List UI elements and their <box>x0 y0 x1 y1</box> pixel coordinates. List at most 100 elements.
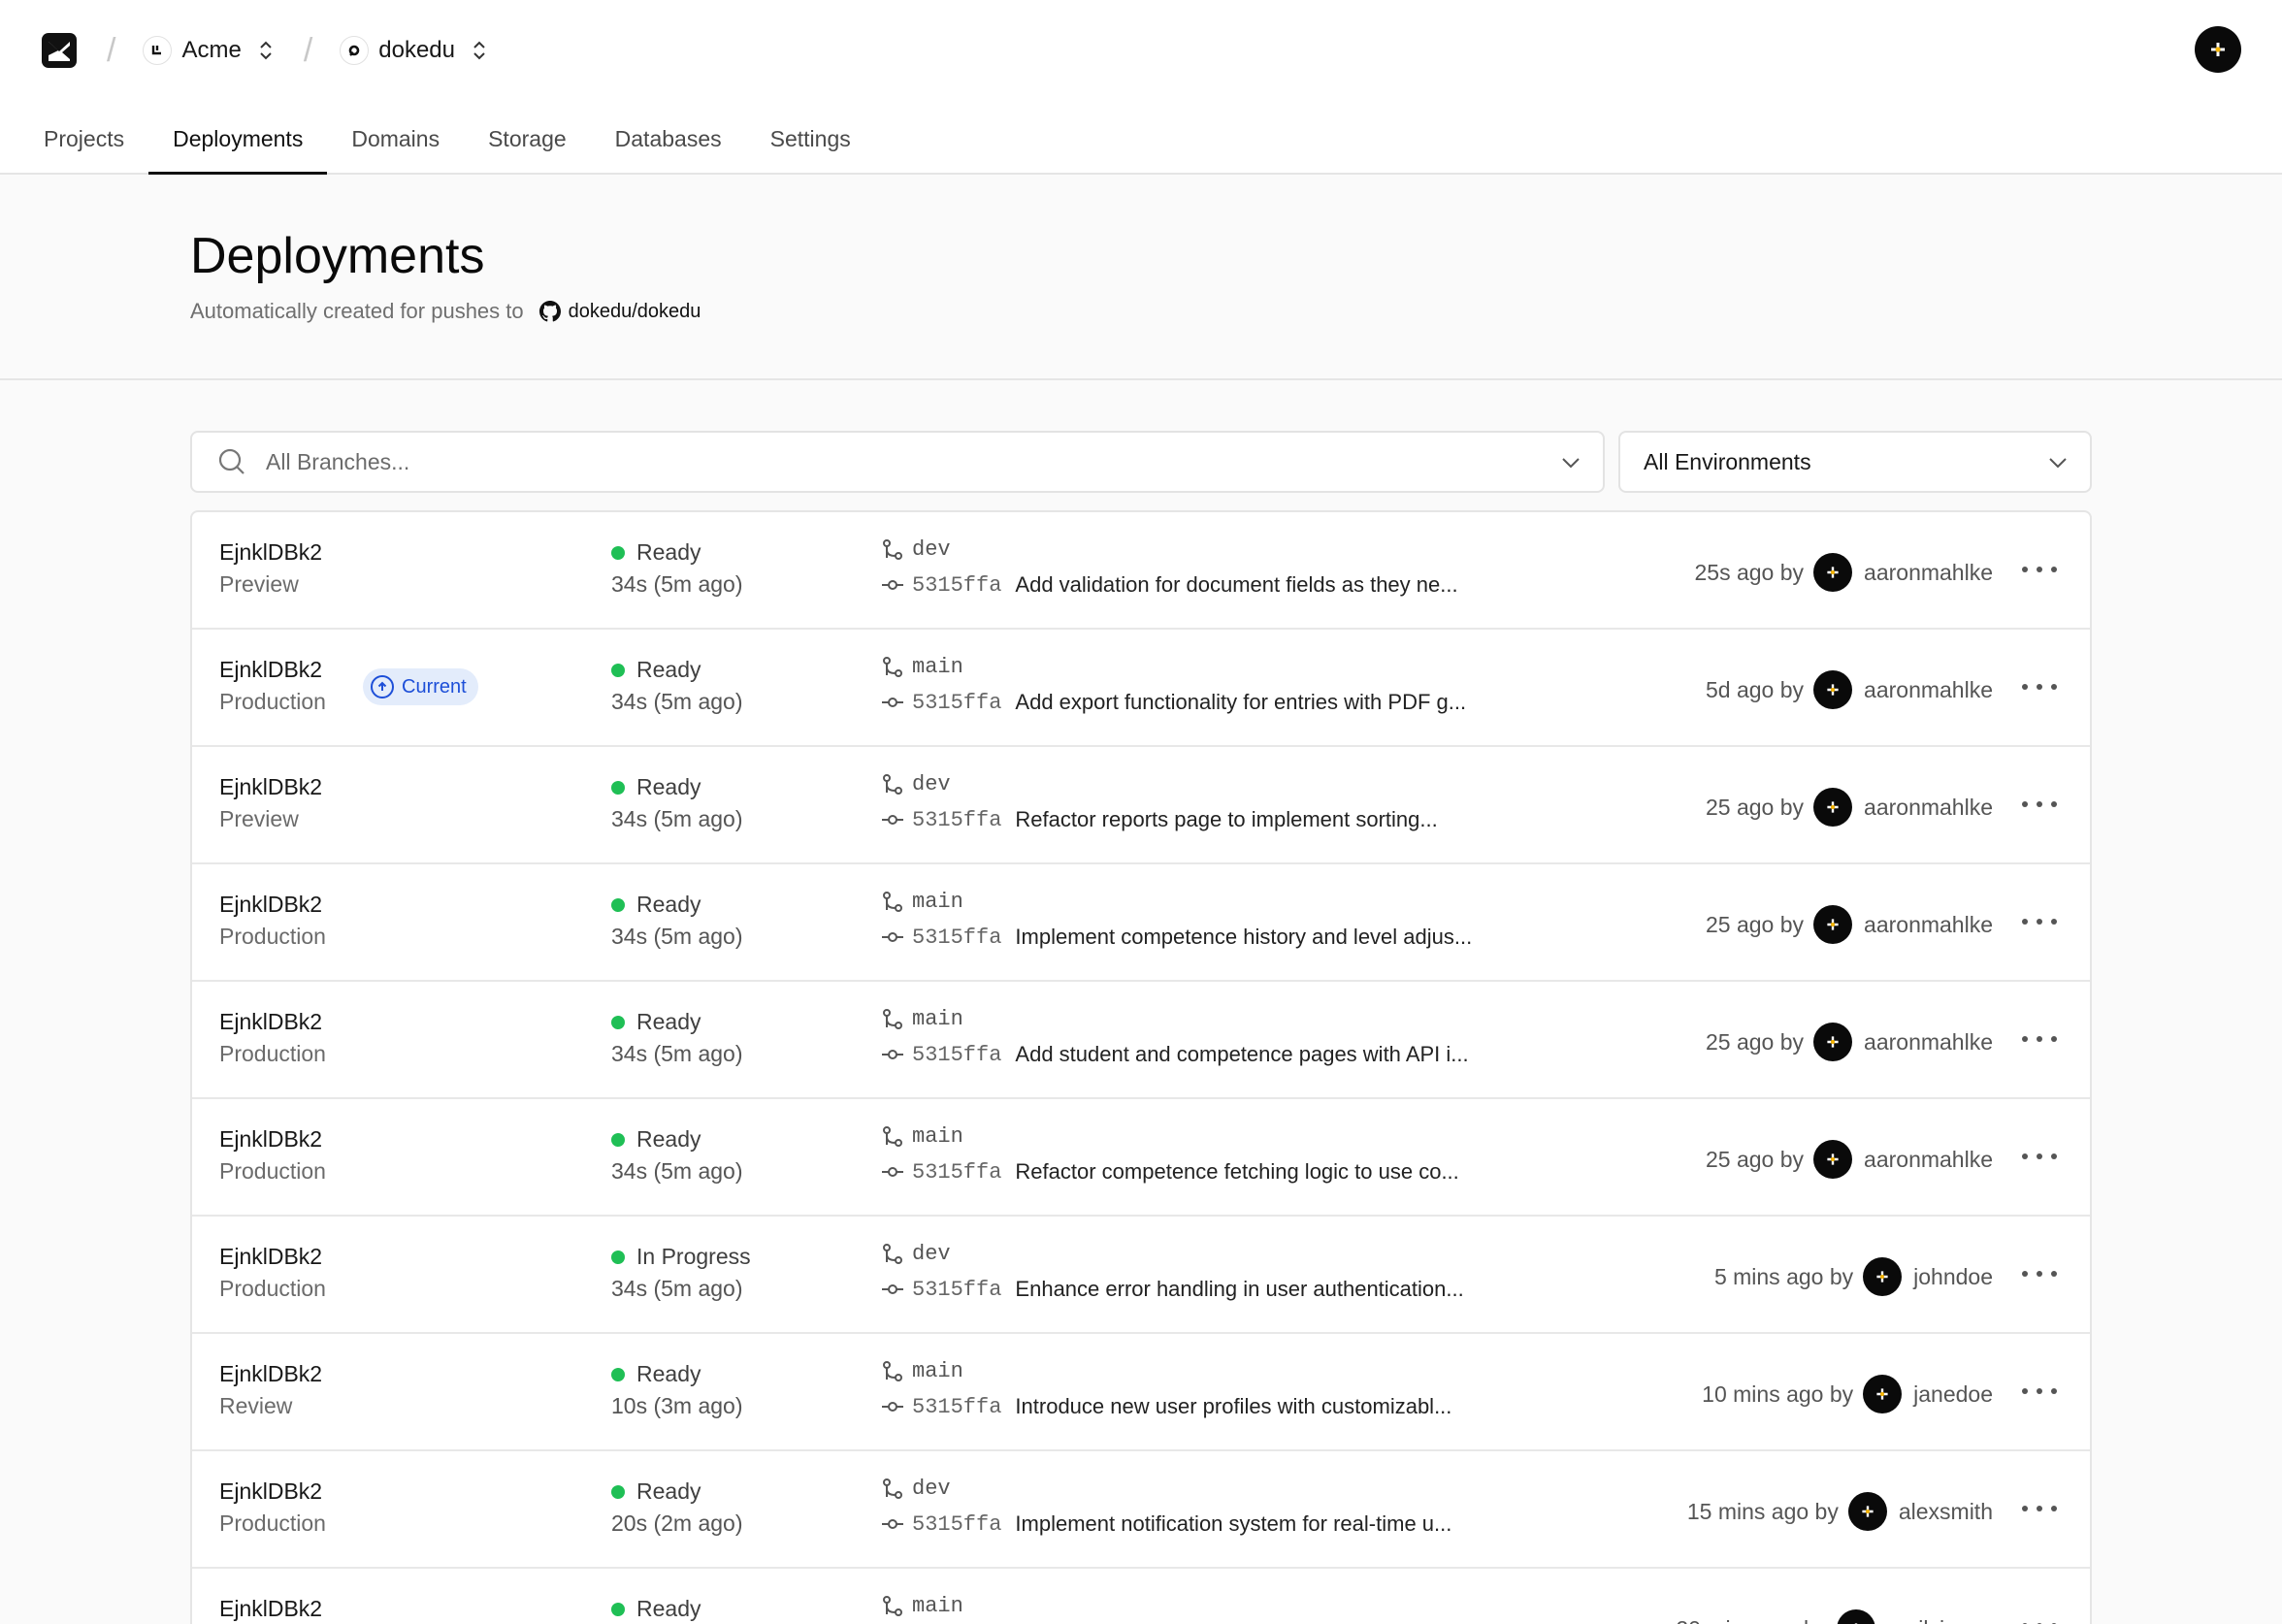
build-duration: 34s (5m ago) <box>611 1158 743 1184</box>
user-avatar-icon[interactable] <box>1813 553 1853 592</box>
deployment-row[interactable]: EjnklDBk2 Ready main 20 mins ago by emil… <box>192 1569 2090 1624</box>
commit-link[interactable]: 5315ffa Add validation for document fiel… <box>881 572 1458 598</box>
deployment-id[interactable]: EjnklDBk2 <box>219 1009 322 1035</box>
deployment-row[interactable]: EjnklDBk2 Production Ready 34s (5m ago) … <box>192 982 2090 1099</box>
branch-link[interactable]: main <box>881 655 963 679</box>
deployment-id[interactable]: EjnklDBk2 <box>219 1244 322 1270</box>
username[interactable]: aaronmahlke <box>1864 1029 1993 1056</box>
branch-link[interactable]: main <box>881 1594 963 1618</box>
deployment-id[interactable]: EjnklDBk2 <box>219 1478 322 1505</box>
commit-link[interactable]: 5315ffa Add export functionality for ent… <box>881 690 1466 715</box>
deployment-row[interactable]: EjnklDBk2 Preview Ready 34s (5m ago) dev… <box>192 512 2090 630</box>
commit-link[interactable]: 5315ffa Refactor competence fetching log… <box>881 1159 1459 1185</box>
build-duration: 34s (5m ago) <box>611 1041 743 1066</box>
branch-link[interactable]: main <box>881 1359 963 1383</box>
deployment-row[interactable]: EjnklDBk2 Production In Progress 34s (5m… <box>192 1217 2090 1334</box>
tab-storage[interactable]: Storage <box>464 116 591 175</box>
deployment-row[interactable]: EjnklDBk2 Review Ready 10s (3m ago) main… <box>192 1334 2090 1451</box>
more-options-icon[interactable] <box>2022 1024 2057 1054</box>
tab-settings[interactable]: Settings <box>746 116 875 175</box>
username[interactable]: alexsmith <box>1899 1499 1993 1525</box>
more-options-icon[interactable] <box>2022 1142 2057 1171</box>
build-duration: 34s (5m ago) <box>611 1276 743 1301</box>
branch-link[interactable]: dev <box>881 772 951 796</box>
org-name: Acme <box>181 37 242 63</box>
more-options-icon[interactable] <box>2022 672 2057 701</box>
branch-link[interactable]: dev <box>881 1242 951 1266</box>
username[interactable]: johndoe <box>1913 1264 1993 1290</box>
branch-name: main <box>912 1124 963 1149</box>
user-avatar-icon[interactable] <box>1837 1609 1876 1624</box>
deployment-id[interactable]: EjnklDBk2 <box>219 539 322 566</box>
username[interactable]: aaronmahlke <box>1864 1147 1993 1173</box>
deployment-id[interactable]: EjnklDBk2 <box>219 657 322 683</box>
tab-projects[interactable]: Projects <box>19 116 148 175</box>
git-branch-icon <box>883 1360 902 1381</box>
git-branch-icon <box>883 1595 902 1616</box>
search-icon <box>218 448 244 474</box>
branch-link[interactable]: main <box>881 890 963 914</box>
user-avatar-icon[interactable] <box>1813 1023 1853 1061</box>
deploy-time: 25 ago by <box>1706 911 1805 937</box>
deploy-time: 20 mins ago by <box>1676 1616 1827 1624</box>
more-options-icon[interactable] <box>2022 1611 2057 1624</box>
more-options-icon[interactable] <box>2022 907 2057 936</box>
user-avatar-icon[interactable] <box>1813 788 1853 827</box>
branch-link[interactable]: dev <box>881 537 951 562</box>
username[interactable]: aaronmahlke <box>1864 795 1993 821</box>
git-commit-icon <box>882 1167 903 1177</box>
more-options-icon[interactable] <box>2022 1494 2057 1523</box>
user-avatar-icon[interactable] <box>1813 670 1853 709</box>
commit-link[interactable]: 5315ffa Enhance error handling in user a… <box>881 1277 1464 1302</box>
deployment-row[interactable]: EjnklDBk2 Production Current Ready 34s (… <box>192 630 2090 747</box>
more-options-icon[interactable] <box>2022 790 2057 819</box>
more-options-icon[interactable] <box>2022 555 2057 584</box>
environment-select[interactable]: All Environments <box>1618 431 2092 493</box>
user-avatar[interactable] <box>2195 26 2241 73</box>
repo-link[interactable]: dokedu/dokedu <box>538 301 701 323</box>
tab-databases[interactable]: Databases <box>591 116 746 175</box>
branch-link[interactable]: main <box>881 1124 963 1149</box>
commit-link[interactable]: 5315ffa Implement notification system fo… <box>881 1511 1451 1537</box>
deployment-row[interactable]: EjnklDBk2 Production Ready 20s (2m ago) … <box>192 1451 2090 1569</box>
user-avatar-icon[interactable] <box>1813 905 1853 944</box>
deployed-by: 25 ago by aaronmahlke <box>1706 788 1993 827</box>
git-commit-icon <box>882 1050 903 1059</box>
username[interactable]: aaronmahlke <box>1864 560 1993 586</box>
status-label: Ready <box>636 1478 701 1504</box>
user-avatar-icon[interactable] <box>1863 1375 1903 1413</box>
user-avatar-icon[interactable] <box>1847 1492 1887 1531</box>
project-switcher[interactable]: dokedu <box>340 36 488 65</box>
commit-message: Add validation for document fields as th… <box>1015 572 1458 597</box>
user-avatar-icon[interactable] <box>1863 1257 1903 1296</box>
commit-link[interactable]: 5315ffa Introduce new user profiles with… <box>881 1394 1451 1419</box>
branch-link[interactable]: dev <box>881 1477 951 1501</box>
more-options-icon[interactable] <box>2022 1377 2057 1406</box>
branch-search-input[interactable]: All Branches... <box>190 431 1605 493</box>
deployment-id[interactable]: EjnklDBk2 <box>219 892 322 918</box>
org-switcher[interactable]: Acme <box>143 36 274 65</box>
deployment-id[interactable]: EjnklDBk2 <box>219 1126 322 1153</box>
deployed-by: 25 ago by aaronmahlke <box>1706 1023 1993 1061</box>
commit-link[interactable]: 5315ffa Refactor reports page to impleme… <box>881 807 1438 832</box>
username[interactable]: aaronmahlke <box>1864 912 1993 938</box>
username[interactable]: emilyjones <box>1887 1616 1993 1624</box>
deployment-id[interactable]: EjnklDBk2 <box>219 1361 322 1387</box>
branch-link[interactable]: main <box>881 1007 963 1031</box>
deployment-id[interactable]: EjnklDBk2 <box>219 1596 322 1622</box>
username[interactable]: janedoe <box>1913 1381 1993 1408</box>
deployment-row[interactable]: EjnklDBk2 Production Ready 34s (5m ago) … <box>192 864 2090 982</box>
commit-link[interactable]: 5315ffa Add student and competence pages… <box>881 1042 1469 1067</box>
tab-domains[interactable]: Domains <box>327 116 464 175</box>
user-avatar-icon[interactable] <box>1813 1140 1853 1179</box>
app-logo-icon[interactable] <box>41 32 78 69</box>
deployment-id[interactable]: EjnklDBk2 <box>219 774 322 800</box>
commit-link[interactable]: 5315ffa Implement competence history and… <box>881 925 1472 950</box>
more-options-icon[interactable] <box>2022 1259 2057 1288</box>
deployment-row[interactable]: EjnklDBk2 Preview Ready 34s (5m ago) dev… <box>192 747 2090 864</box>
tab-deployments[interactable]: Deployments <box>148 116 328 175</box>
status-dot <box>611 663 625 677</box>
username[interactable]: aaronmahlke <box>1864 677 1993 703</box>
deployed-by: 5d ago by aaronmahlke <box>1706 670 1993 709</box>
deployment-row[interactable]: EjnklDBk2 Production Ready 34s (5m ago) … <box>192 1099 2090 1217</box>
